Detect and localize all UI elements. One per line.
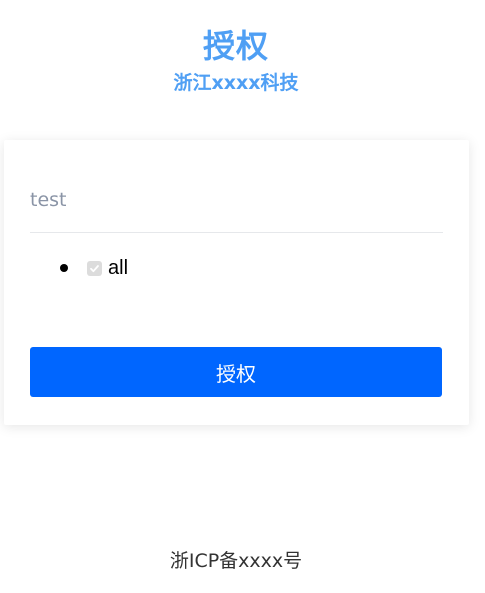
- permission-item-all: all: [60, 256, 128, 280]
- checkmark-icon: [90, 264, 99, 272]
- name-field-wrapper: [30, 178, 443, 233]
- permission-label: all: [108, 257, 129, 279]
- bullet-icon: [60, 264, 68, 272]
- icp-footer[interactable]: 浙ICP备xxxx号: [0, 547, 472, 575]
- page-title: 授权: [202, 27, 269, 65]
- auth-page: 授权 浙江xxxx科技 all 授权 浙ICP备xxxx号: [0, 0, 485, 593]
- authorize-button[interactable]: 授权: [30, 347, 442, 397]
- page-header: 授权 浙江xxxx科技: [0, 24, 472, 96]
- permission-list: all: [60, 256, 128, 280]
- name-input[interactable]: [30, 178, 443, 222]
- permission-checkbox[interactable]: [87, 260, 102, 276]
- company-name: 浙江xxxx科技: [173, 72, 299, 94]
- auth-card: all 授权: [4, 140, 469, 425]
